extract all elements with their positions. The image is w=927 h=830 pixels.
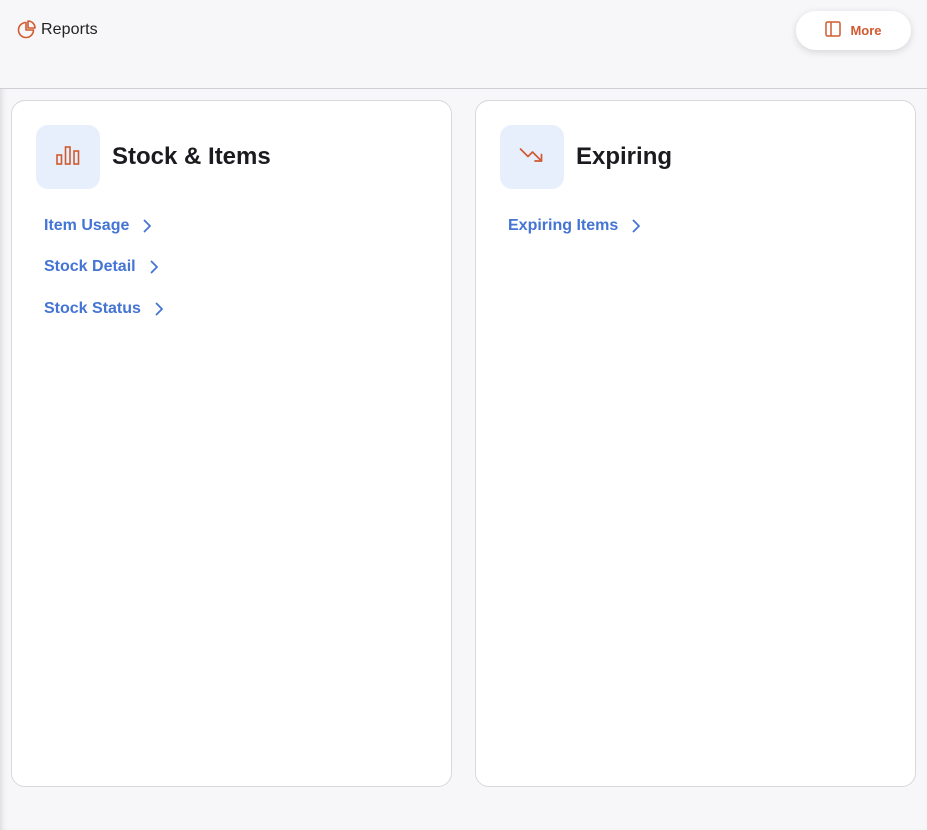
chevron-right-icon (150, 260, 159, 274)
list-item: Stock Detail (44, 247, 164, 289)
expiring-items-link[interactable]: Expiring Items (508, 217, 641, 235)
link-label: Item Usage (44, 216, 130, 234)
report-link-list: Expiring Items (508, 205, 641, 247)
item-usage-link[interactable]: Item Usage (44, 217, 152, 235)
list-item: Expiring Items (508, 205, 641, 247)
card-title: Expiring (576, 143, 673, 170)
page-title: Reports (41, 21, 98, 38)
card-header: Stock & Items (36, 125, 271, 189)
link-label: Expiring Items (508, 216, 619, 234)
bar-chart-icon (56, 145, 80, 170)
card-title: Stock & Items (112, 143, 271, 170)
report-card-expiring: Expiring Expiring Items (475, 100, 916, 787)
report-card-stock-items: Stock & Items Item Usage Stock Detail St… (11, 100, 452, 787)
report-link-list: Item Usage Stock Detail Stock Status (44, 205, 164, 330)
list-item: Stock Status (44, 288, 164, 330)
trend-down-icon (519, 146, 545, 169)
card-icon-tile (500, 125, 564, 189)
top-bar: Reports More (0, 0, 927, 89)
stock-status-link[interactable]: Stock Status (44, 300, 164, 318)
chevron-right-icon (143, 219, 152, 233)
link-label: Stock Detail (44, 258, 136, 276)
list-item: Item Usage (44, 205, 164, 247)
more-button-label: More (850, 23, 882, 38)
chevron-right-icon (632, 219, 641, 233)
chevron-right-icon (155, 302, 164, 316)
link-label: Stock Status (44, 299, 141, 317)
panel-icon (825, 21, 842, 40)
card-icon-tile (36, 125, 100, 189)
reports-page: Reports More Stock & Items Item Usage St… (0, 0, 927, 830)
stock-detail-link[interactable]: Stock Detail (44, 258, 159, 276)
card-header: Expiring (500, 125, 672, 189)
page-header: Reports (16, 20, 98, 40)
pie-chart-icon (16, 20, 36, 40)
more-button[interactable]: More (796, 11, 911, 50)
